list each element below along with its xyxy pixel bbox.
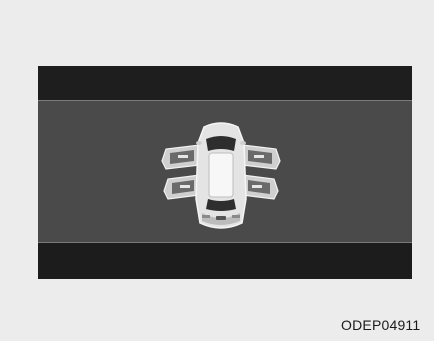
front-left-door-open — [161, 144, 201, 170]
car-body — [195, 122, 247, 229]
figure-code-label: ODEP04911 — [341, 317, 421, 333]
display-bottom-band — [38, 243, 412, 279]
instrument-display — [38, 66, 412, 279]
rear-left-door-open — [163, 174, 201, 200]
display-center-panel — [38, 100, 412, 243]
front-right-door-open — [241, 144, 281, 170]
rear-right-door-open — [241, 174, 279, 200]
display-top-band — [38, 66, 412, 100]
car-open-doors-icon — [161, 122, 281, 229]
